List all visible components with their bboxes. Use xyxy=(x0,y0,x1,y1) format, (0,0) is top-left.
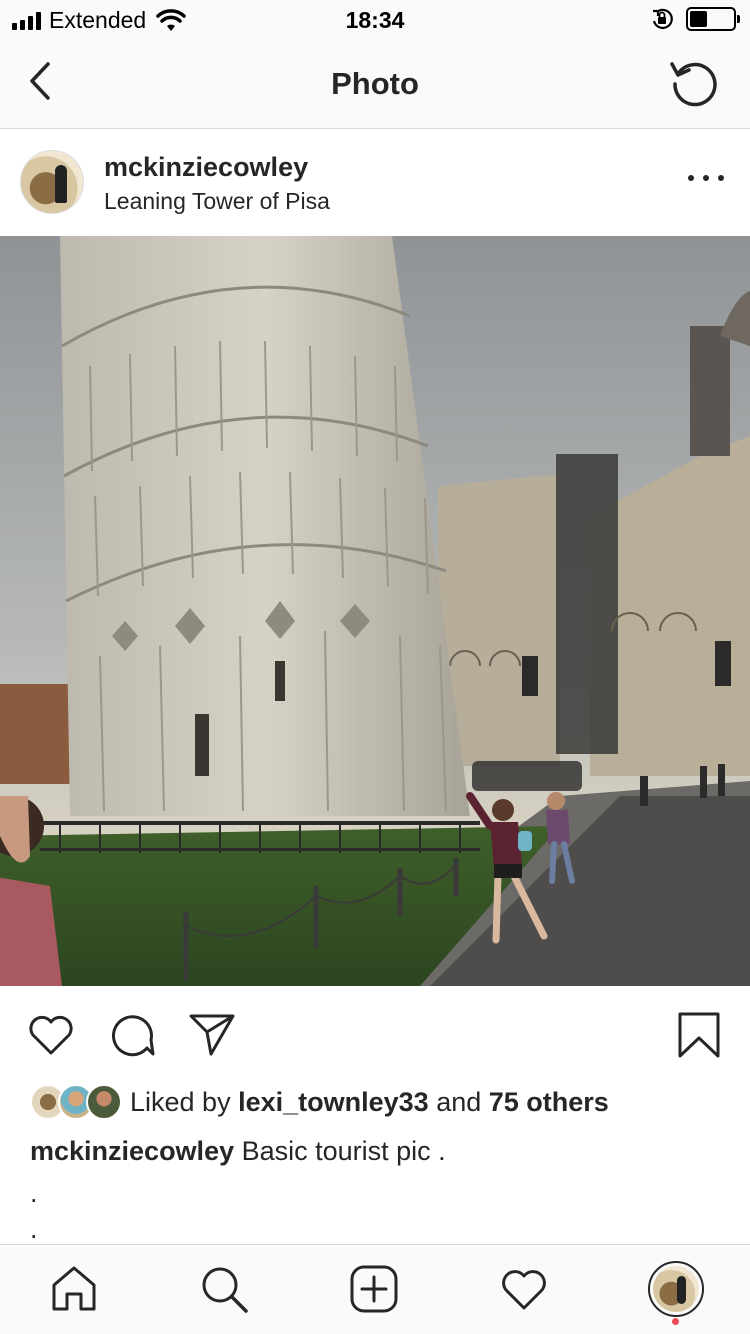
heart-icon[interactable] xyxy=(26,1010,76,1060)
battery-level xyxy=(690,11,707,27)
liker-avatars xyxy=(30,1084,122,1120)
chevron-left-icon[interactable] xyxy=(22,58,56,104)
comment-icon[interactable] xyxy=(107,1010,157,1060)
refresh-icon[interactable] xyxy=(668,56,720,108)
caption-line-3: . xyxy=(30,1214,38,1244)
more-options-button[interactable] xyxy=(688,166,724,190)
profile-avatar[interactable] xyxy=(648,1261,704,1317)
likes-row[interactable]: Liked by lexi_townley33 and 75 others xyxy=(30,1084,609,1120)
activity-heart-icon[interactable] xyxy=(498,1263,550,1315)
share-icon[interactable] xyxy=(187,1010,237,1060)
avatar-figure xyxy=(55,165,67,203)
likes-user-link[interactable]: lexi_townley33 xyxy=(238,1087,429,1117)
more-horizontal-icon xyxy=(688,175,694,181)
battery-icon xyxy=(686,7,740,31)
post-location[interactable]: Leaning Tower of Pisa xyxy=(104,188,330,215)
likes-text: Liked by lexi_townley33 and 75 others xyxy=(130,1087,609,1118)
post-header: mckinziecowley Leaning Tower of Pisa xyxy=(0,130,750,236)
photo-illustration xyxy=(0,236,750,986)
likes-middle: and xyxy=(428,1086,489,1117)
home-icon[interactable] xyxy=(48,1263,100,1315)
caption-username[interactable]: mckinziecowley xyxy=(30,1136,234,1166)
post-actions xyxy=(0,986,750,1076)
caption: mckinziecowley Basic tourist pic . xyxy=(30,1136,446,1167)
caption-text: Basic tourist pic . xyxy=(234,1136,446,1166)
liker-avatar xyxy=(86,1084,122,1120)
post-username[interactable]: mckinziecowley xyxy=(104,152,308,183)
rotation-lock-icon xyxy=(652,8,673,30)
profile-avatar-image xyxy=(653,1266,699,1312)
nav-bar: Photo xyxy=(0,40,750,129)
tab-bar xyxy=(0,1244,750,1334)
status-bar: Extended 18:34 xyxy=(0,0,750,40)
notification-dot xyxy=(672,1318,679,1325)
likes-prefix: Liked by xyxy=(130,1086,239,1117)
page-title: Photo xyxy=(331,66,419,101)
add-post-icon[interactable] xyxy=(348,1263,400,1315)
search-icon[interactable] xyxy=(198,1263,250,1315)
status-right xyxy=(650,7,740,31)
caption-line-2: . xyxy=(30,1178,38,1208)
likes-others-link[interactable]: 75 others xyxy=(489,1087,609,1117)
status-time: 18:34 xyxy=(345,7,405,33)
bookmark-icon[interactable] xyxy=(674,1010,724,1060)
avatar[interactable] xyxy=(20,150,84,214)
post-photo[interactable] xyxy=(0,236,750,986)
